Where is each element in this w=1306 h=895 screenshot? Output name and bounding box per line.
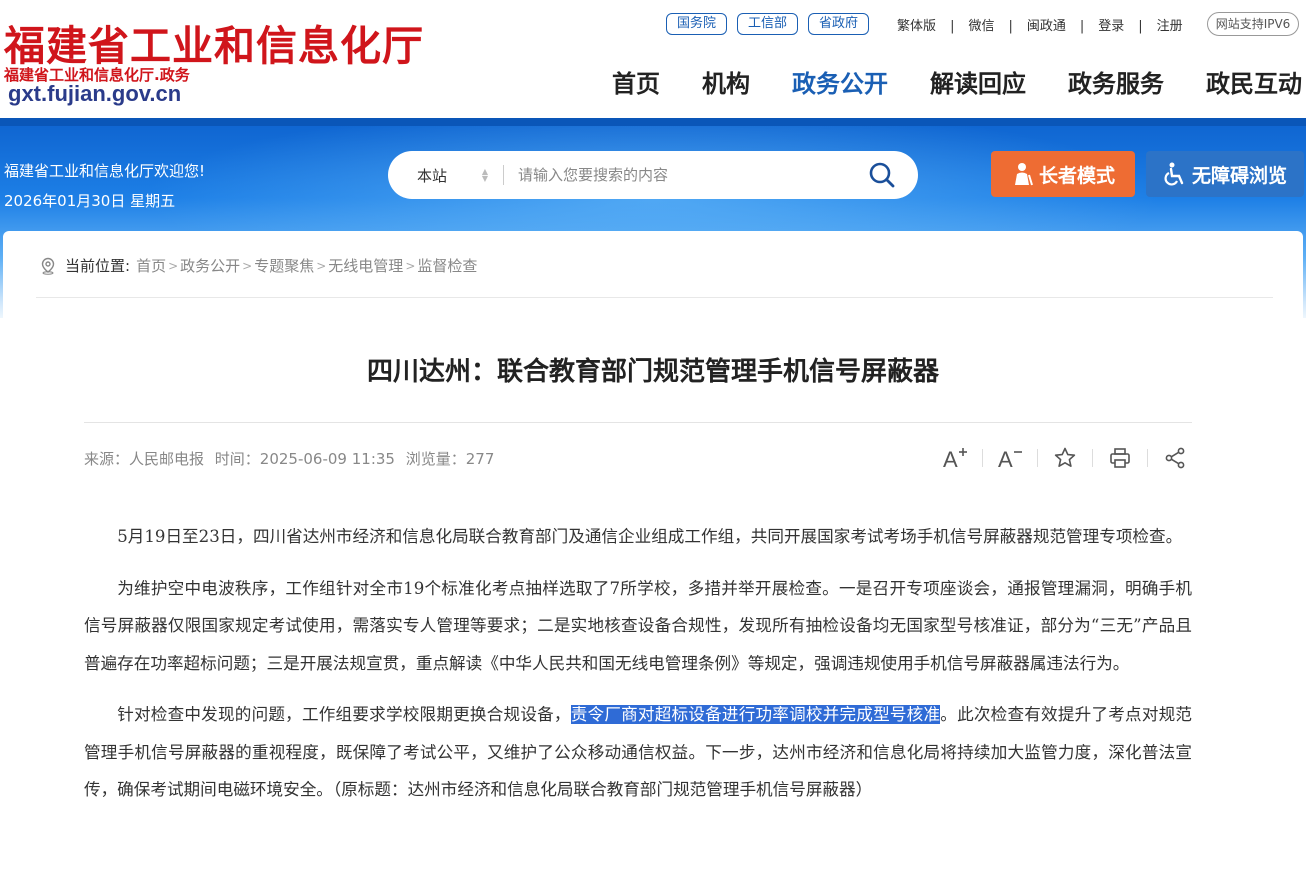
crumb-separator: > — [405, 258, 416, 273]
site-header: 福建省工业和信息化厅 福建省工业和信息化厅.政务 gxt.fujian.gov.… — [0, 0, 1306, 129]
breadcrumb-radio-management[interactable]: 无线电管理 — [328, 255, 403, 276]
search-scope-select[interactable]: 本站 — [417, 165, 477, 186]
link-login[interactable]: 登录 — [1084, 15, 1124, 34]
elder-mode-button[interactable]: 长者模式 — [991, 151, 1135, 197]
location-pin-icon — [41, 257, 55, 275]
search-input[interactable] — [518, 166, 858, 184]
breadcrumb-home[interactable]: 首页 — [136, 255, 166, 276]
nav-interpretation[interactable]: 解读回应 — [930, 64, 1026, 99]
tool-separator — [1092, 449, 1093, 467]
share-icon[interactable] — [1160, 445, 1190, 471]
top-links: 国务院 工信部 省政府 繁体版 微信 闽政通 登录 注册 网站支持IPV6 — [666, 12, 1300, 36]
link-wechat[interactable]: 微信 — [954, 15, 994, 34]
crumb-separator: > — [168, 258, 179, 273]
paragraph-3-start: 针对检查中发现的问题，工作组要求学校限期更换合规设备， — [117, 705, 571, 724]
nav-services[interactable]: 政务服务 — [1068, 64, 1164, 99]
breadcrumb: 当前位置: 首页 > 政务公开 > 专题聚焦 > 无线电管理 > 监督检查 — [39, 255, 477, 276]
search-bar: 本站 ▲ ▼ — [388, 151, 918, 199]
article-body: 5月19日至23日，四川省达州市经济和信息化局联合教育部门及通信企业组成工作组，… — [84, 518, 1192, 823]
link-gongxinbu[interactable]: 工信部 — [737, 13, 799, 35]
site-logo-title[interactable]: 福建省工业和信息化厅 — [4, 12, 424, 72]
star-favorite-icon[interactable] — [1050, 445, 1080, 471]
article-paragraph-3: 针对检查中发现的问题，工作组要求学校限期更换合规设备，责令厂商对超标设备进行功率… — [84, 696, 1192, 809]
link-shengzhengfu[interactable]: 省政府 — [808, 13, 870, 35]
nav-organization[interactable]: 机构 — [702, 64, 750, 99]
breadcrumb-topics[interactable]: 专题聚焦 — [254, 255, 314, 276]
breadcrumb-divider — [36, 297, 1273, 298]
site-domain-rest: .fujian.gov.cn — [41, 81, 182, 106]
link-traditional[interactable]: 繁体版 — [897, 15, 936, 34]
accessible-browse-button[interactable]: 无障碍浏览 — [1146, 151, 1304, 197]
welcome-text: 福建省工业和信息化厅欢迎您! — [4, 162, 206, 180]
article-paragraph-2: 为维护空中电波秩序，工作组针对全市19个标准化考点抽样选取了7所学校，多措并举开… — [84, 578, 1192, 673]
article-paragraph-1: 5月19日至23日，四川省达州市经济和信息化局联合教育部门及通信企业组成工作组，… — [117, 527, 1183, 546]
nav-home[interactable]: 首页 — [612, 64, 660, 99]
nav-interaction[interactable]: 政民互动 — [1206, 64, 1302, 99]
tool-separator — [982, 449, 983, 467]
accessible-browse-label: 无障碍浏览 — [1192, 164, 1288, 187]
ipv6-badge: 网站支持IPV6 — [1206, 12, 1300, 36]
search-icon[interactable] — [868, 161, 896, 189]
elder-person-icon — [1015, 163, 1033, 186]
selected-text-highlight: 责令厂商对超标设备进行功率调校并完成型号核准 — [570, 705, 941, 724]
content-panel: 当前位置: 首页 > 政务公开 > 专题聚焦 > 无线电管理 > 监督检查 四川达州：联… — [3, 231, 1303, 895]
site-domain-bold: gxt — [8, 81, 41, 106]
link-minzhengtong[interactable]: 闽政通 — [1012, 15, 1066, 34]
article-views: 浏览量：277 — [405, 450, 495, 468]
font-increase-icon[interactable]: A — [940, 445, 970, 471]
elder-mode-label: 长者模式 — [1039, 164, 1116, 187]
wheelchair-icon — [1164, 162, 1184, 186]
breadcrumb-label: 当前位置: — [65, 257, 131, 275]
print-icon[interactable] — [1105, 445, 1135, 471]
font-decrease-icon[interactable]: A — [995, 445, 1025, 471]
banner-top-stripe — [0, 118, 1306, 126]
tool-separator — [1037, 449, 1038, 467]
crumb-separator: > — [316, 258, 327, 273]
welcome-block: 福建省工业和信息化厅欢迎您! 2026年01月30日 星期五 — [4, 156, 205, 216]
article-source: 来源：人民邮电报 — [84, 450, 205, 468]
scope-updown-icon[interactable]: ▲ ▼ — [477, 168, 493, 183]
crumb-separator: > — [242, 258, 253, 273]
article-meta: 来源：人民邮电报 时间：2025-06-09 11:35 浏览量：277 — [84, 448, 500, 469]
svg-text:A: A — [998, 447, 1013, 470]
site-domain: gxt.fujian.gov.cn — [8, 81, 181, 107]
breadcrumb-supervision[interactable]: 监督检查 — [417, 255, 477, 276]
breadcrumb-government-affairs[interactable]: 政务公开 — [180, 255, 240, 276]
search-divider — [503, 165, 504, 185]
link-guowuyuan[interactable]: 国务院 — [666, 13, 728, 35]
title-divider — [84, 422, 1192, 423]
article-title: 四川达州：联合教育部门规范管理手机信号屏蔽器 — [366, 357, 939, 387]
main-nav: 首页 机构 政务公开 解读回应 政务服务 政民互动 — [612, 64, 1302, 129]
link-register[interactable]: 注册 — [1142, 15, 1183, 34]
article-time: 时间：2025-06-09 11:35 — [214, 450, 395, 468]
tool-separator — [1147, 449, 1148, 467]
current-date: 2026年01月30日 星期五 — [4, 192, 176, 210]
nav-government-affairs[interactable]: 政务公开 — [792, 64, 888, 129]
svg-text:A: A — [943, 447, 958, 470]
article-tools: A A — [940, 445, 1190, 471]
